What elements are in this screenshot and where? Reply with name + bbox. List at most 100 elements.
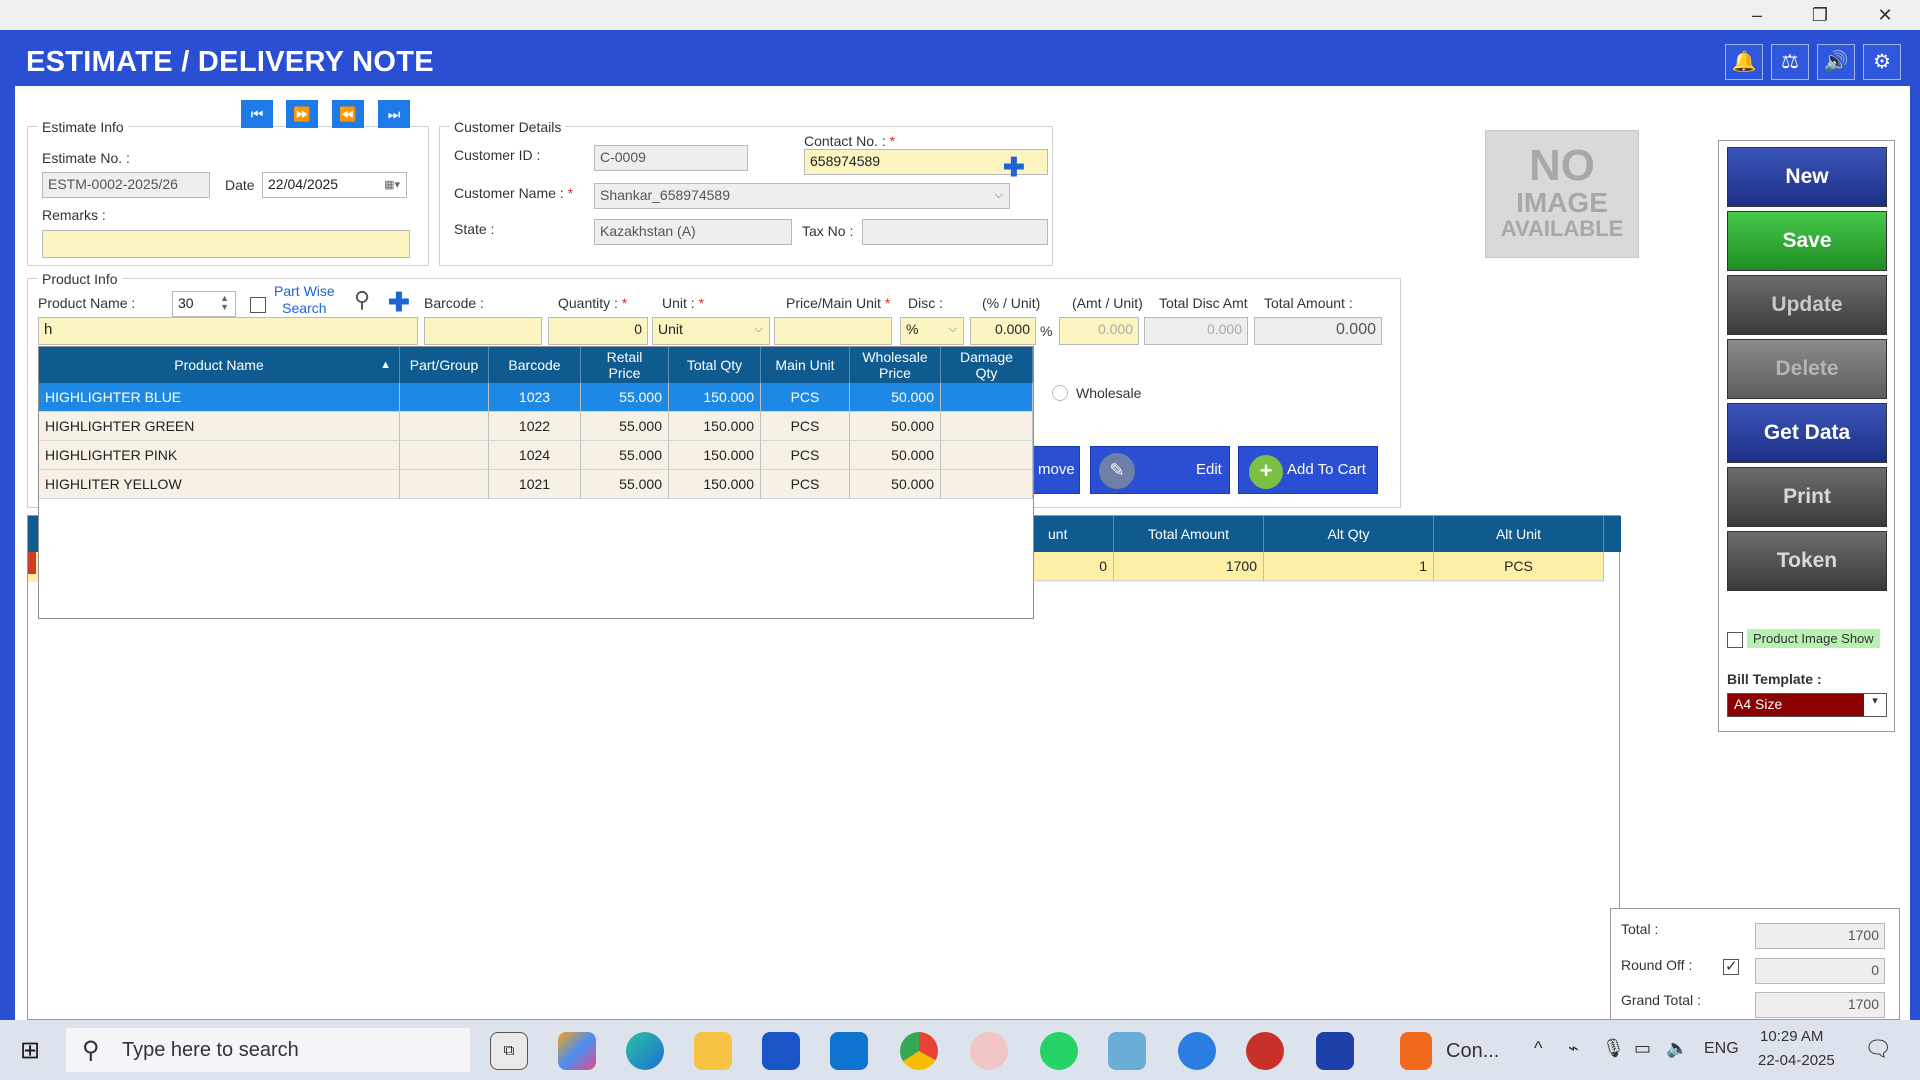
edge-icon[interactable] xyxy=(626,1032,664,1070)
bell-icon[interactable]: 🔔 xyxy=(1725,44,1763,80)
col-product-name[interactable]: Product Name ▲ xyxy=(39,347,400,383)
close-button[interactable]: ✕ xyxy=(1862,0,1908,30)
estimate-no-field[interactable]: ESTM-0002-2025/26 xyxy=(42,172,210,198)
state-field[interactable]: Kazakhstan (A) xyxy=(594,219,792,245)
total-amount-field: 0.000 xyxy=(1254,317,1382,345)
mic-icon[interactable]: 🎙 xyxy=(1602,1038,1625,1059)
quantity-input[interactable]: 0 xyxy=(548,317,648,345)
add-customer-icon[interactable]: ✚ xyxy=(1003,154,1025,180)
update-button[interactable]: Update xyxy=(1727,275,1887,335)
calendar-icon[interactable]: ▦▾ xyxy=(384,178,400,191)
disc-pct-input[interactable]: 0.000 xyxy=(970,317,1036,345)
store-icon[interactable] xyxy=(762,1032,800,1070)
round-off-checkbox[interactable] xyxy=(1723,957,1739,975)
file-explorer-icon[interactable] xyxy=(694,1032,732,1070)
col-wholesale-price[interactable]: Wholesale Price xyxy=(850,347,941,383)
cell-wholesale: 50.000 xyxy=(850,412,941,441)
col-main-unit[interactable]: Main Unit xyxy=(761,347,850,383)
add-product-icon[interactable]: ✚ xyxy=(388,289,410,315)
token-button[interactable]: Token xyxy=(1727,531,1887,591)
taskbar-search[interactable]: ⚲ Type here to search xyxy=(66,1028,470,1072)
disc-type-select[interactable]: % ⌵ xyxy=(900,317,964,345)
cell-unit: PCS xyxy=(761,470,850,499)
estimate-no-label: Estimate No. : xyxy=(42,150,130,166)
windows-start-icon[interactable]: ⊞ xyxy=(20,1036,40,1065)
volume-icon[interactable]: 🔈 xyxy=(1666,1038,1688,1059)
table-row[interactable]: HIGHLIGHTER BLUE 1023 55.000 150.000 PCS 50.0… xyxy=(39,383,1033,412)
col-retail-price[interactable]: Retail Price xyxy=(581,347,669,383)
copilot-icon[interactable] xyxy=(558,1032,596,1070)
cell-unit: PCS xyxy=(761,383,850,412)
display-icon[interactable]: ▭ xyxy=(1634,1038,1651,1059)
round-off-field[interactable]: 0 xyxy=(1755,958,1885,984)
remarks-field[interactable] xyxy=(42,230,410,258)
edit-button[interactable]: ✎ Edit xyxy=(1090,446,1230,494)
previous-record-icon[interactable]: ⏪ xyxy=(332,100,364,128)
cell-retail: 55.000 xyxy=(581,412,669,441)
unit-select[interactable]: Unit ⌵ xyxy=(652,317,770,345)
gear-icon[interactable]: ⚙ xyxy=(1863,44,1901,80)
add-to-cart-button[interactable]: + Add To Cart xyxy=(1238,446,1378,494)
col-damage-qty[interactable]: Damage Qty xyxy=(941,347,1033,383)
print-button[interactable]: Print xyxy=(1727,467,1887,527)
table-row[interactable]: HIGHLIGHTER PINK 1024 55.000 150.000 PCS 50.0… xyxy=(39,441,1033,470)
taskbar-app-label[interactable]: Con... xyxy=(1446,1040,1499,1063)
unit-label: Unit : * xyxy=(662,295,705,311)
price-input[interactable] xyxy=(774,317,892,345)
app-icon-2[interactable] xyxy=(1178,1032,1216,1070)
main-content: Estimate Info Estimate No. : ESTM-0002-2… xyxy=(15,86,1910,1020)
task-view-icon[interactable]: ⧉ xyxy=(490,1032,528,1070)
speaker-icon[interactable]: 🔊 xyxy=(1817,44,1855,80)
clock-date[interactable]: 22-04-2025 xyxy=(1758,1052,1835,1069)
whatsapp-icon[interactable] xyxy=(1040,1032,1078,1070)
no-image-line2: IMAGE xyxy=(1516,187,1608,218)
table-row[interactable]: HIGHLIGHTER GREEN 1022 55.000 150.000 PCS 50.… xyxy=(39,412,1033,441)
chrome-icon[interactable] xyxy=(900,1032,938,1070)
wholesale-radio[interactable] xyxy=(1052,385,1068,401)
new-button[interactable]: New xyxy=(1727,147,1887,207)
col-part-group[interactable]: Part/Group xyxy=(400,347,489,383)
notifications-icon[interactable]: 🗨 xyxy=(1864,1036,1892,1062)
language-indicator[interactable]: ENG xyxy=(1704,1040,1739,1058)
product-name-input[interactable]: h xyxy=(38,317,418,345)
save-button[interactable]: Save xyxy=(1727,211,1887,271)
table-row[interactable]: HIGHLITER YELLOW 1021 55.000 150.000 PCS 50.0… xyxy=(39,470,1033,499)
stepper-arrows-icon[interactable]: ▲ ▼ xyxy=(220,294,229,312)
part-wise-search-checkbox[interactable] xyxy=(250,297,266,313)
clock-time[interactable]: 10:29 AM xyxy=(1760,1028,1823,1045)
app-window: ESTIMATE / DELIVERY NOTE 🔔 ⚖ 🔊 ⚙ Estimat… xyxy=(0,30,1920,1020)
date-picker[interactable]: 22/04/2025 ▦▾ xyxy=(262,172,407,198)
last-record-icon[interactable]: ⏭ xyxy=(378,100,410,128)
network-icon[interactable]: ⌁ xyxy=(1568,1038,1579,1059)
col-total-qty[interactable]: Total Qty xyxy=(669,347,761,383)
product-image-show-checkbox[interactable] xyxy=(1727,632,1743,648)
app-icon[interactable] xyxy=(1108,1032,1146,1070)
delete-button[interactable]: Delete xyxy=(1727,339,1887,399)
snipping-tool-icon[interactable] xyxy=(970,1032,1008,1070)
part-wise-line1: Part Wise xyxy=(274,283,335,299)
amt-unit-input[interactable]: 0.000 xyxy=(1059,317,1139,345)
tax-no-field[interactable] xyxy=(862,219,1048,245)
minimize-button[interactable]: – xyxy=(1734,0,1780,30)
search-icon[interactable]: ⚲ xyxy=(354,287,370,313)
customer-id-field[interactable]: C-0009 xyxy=(594,145,748,171)
chevron-up-icon[interactable]: ^ xyxy=(1534,1038,1542,1059)
billing-app-icon[interactable] xyxy=(1316,1032,1354,1070)
bill-template-select[interactable]: A4 Size ▾ xyxy=(1727,693,1887,717)
connection-app-icon[interactable] xyxy=(1400,1032,1432,1070)
next-record-icon[interactable]: ⏩ xyxy=(286,100,318,128)
outlook-icon[interactable] xyxy=(830,1032,868,1070)
scale-icon[interactable]: ⚖ xyxy=(1771,44,1809,80)
get-data-button[interactable]: Get Data xyxy=(1727,403,1887,463)
restore-button[interactable]: ❐ xyxy=(1797,0,1843,30)
first-record-icon[interactable]: ⏮ xyxy=(241,100,273,128)
count-stepper[interactable]: 30 ▲ ▼ xyxy=(172,291,236,317)
quantity-label-text: Quantity : xyxy=(558,295,618,311)
col-barcode[interactable]: Barcode xyxy=(489,347,581,383)
chevron-down-icon: ▾ xyxy=(1864,694,1886,716)
barcode-input[interactable] xyxy=(424,317,542,345)
app-icon-3[interactable] xyxy=(1246,1032,1284,1070)
grand-total-field: 1700 xyxy=(1755,992,1885,1018)
customer-name-select[interactable]: Shankar_658974589 ⌵ xyxy=(594,183,1010,209)
wholesale-label: Wholesale xyxy=(1076,385,1142,401)
